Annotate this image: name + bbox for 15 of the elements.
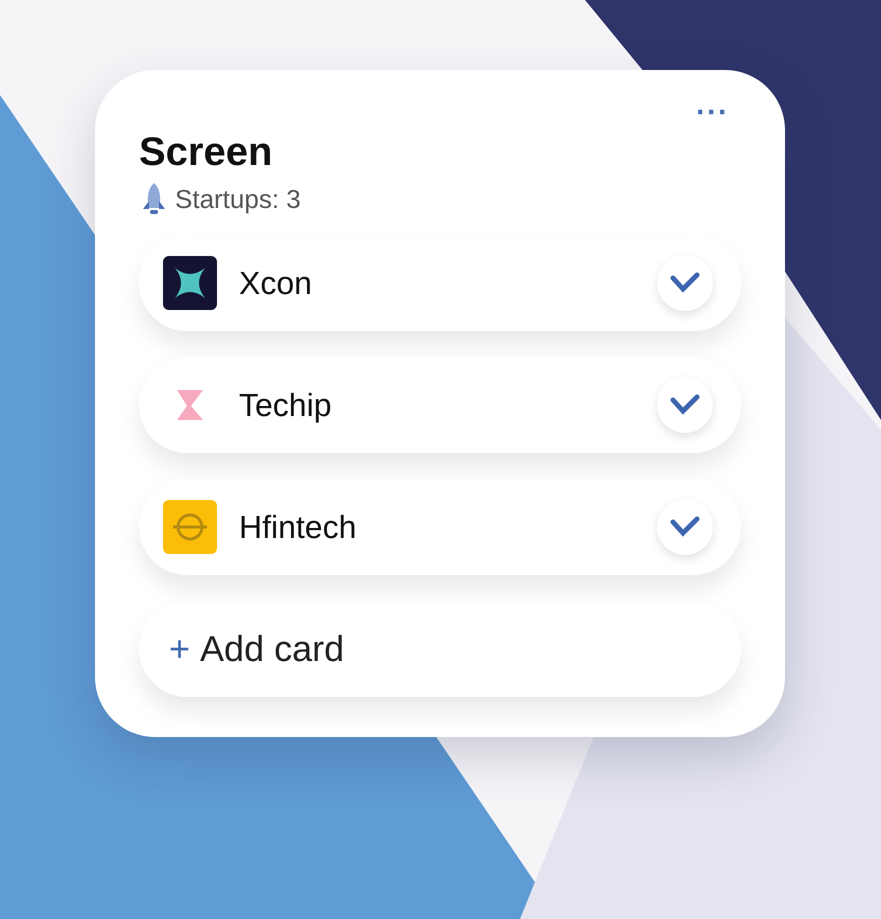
startup-card[interactable]: Hfintech <box>139 479 741 575</box>
circle-logo-icon <box>161 498 219 556</box>
startup-card[interactable]: Xcon <box>139 235 741 331</box>
startup-name: Techip <box>239 386 332 424</box>
check-icon <box>670 516 700 538</box>
startup-card[interactable]: Techip <box>139 357 741 453</box>
check-icon <box>670 394 700 416</box>
add-card-button[interactable]: + Add card <box>139 601 741 697</box>
x-logo-icon <box>161 254 219 312</box>
check-icon <box>670 272 700 294</box>
startup-count: Startups: 3 <box>175 184 301 214</box>
board-title: Screen <box>139 130 272 175</box>
more-menu[interactable]: ··· <box>696 96 729 130</box>
startup-name: Hfintech <box>239 508 358 546</box>
startup-name: Xcon <box>239 264 313 302</box>
